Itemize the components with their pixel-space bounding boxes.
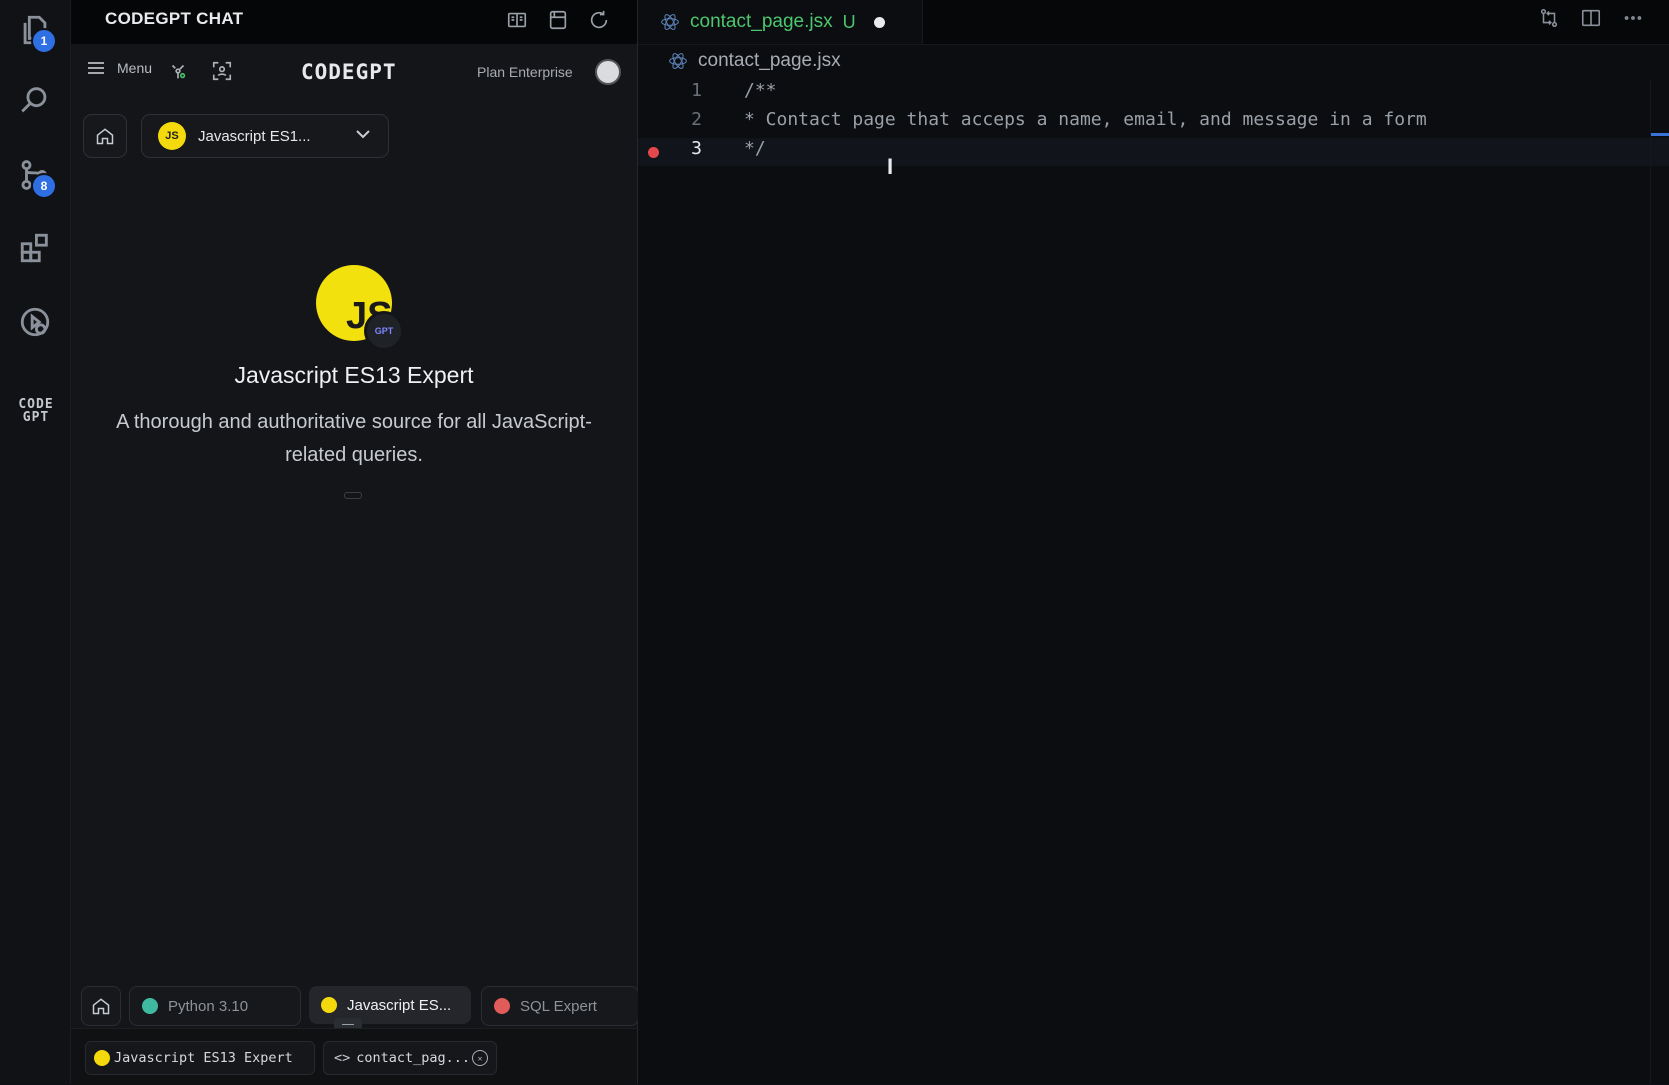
code-text: */ bbox=[744, 138, 766, 159]
gpt-badge: GPT bbox=[364, 311, 404, 351]
editor-area: contact_page.jsx U contact_page.jsx 1 /*… bbox=[638, 0, 1669, 1084]
codegpt-chat-panel: CODEGPT CHAT Menu CODEGPT Plan Enterpris… bbox=[71, 0, 639, 1085]
explorer-icon[interactable]: 1 bbox=[15, 10, 57, 54]
agent-description: A thorough and authoritative source for … bbox=[116, 411, 592, 466]
explorer-badge: 1 bbox=[31, 28, 57, 54]
breadcrumb: contact_page.jsx bbox=[668, 50, 841, 72]
agent-name: Javascript ES13 Expert bbox=[234, 362, 474, 388]
source-control-icon[interactable]: 8 bbox=[15, 155, 57, 199]
tab-filename: contact_page.jsx bbox=[690, 11, 833, 32]
code-line[interactable]: 3 */ bbox=[638, 138, 1638, 166]
panel-toolbar: Menu CODEGPT Plan Enterprise bbox=[71, 52, 637, 92]
search-icon[interactable] bbox=[15, 80, 55, 120]
user-avatar[interactable] bbox=[595, 59, 621, 85]
breadcrumb-file[interactable]: contact_page.jsx bbox=[698, 50, 841, 72]
run-debug-icon[interactable] bbox=[15, 302, 55, 342]
menu-button[interactable]: Menu bbox=[87, 60, 152, 76]
python-icon bbox=[142, 998, 158, 1014]
home-icon bbox=[92, 998, 110, 1015]
hamburger-icon bbox=[88, 62, 104, 74]
close-icon[interactable]: ✕ bbox=[472, 1050, 488, 1066]
save-icon[interactable] bbox=[544, 6, 572, 34]
sql-icon bbox=[494, 998, 510, 1014]
split-editor-icon[interactable] bbox=[1580, 7, 1606, 33]
refresh-icon[interactable] bbox=[585, 6, 613, 34]
editor-tab-contact-page[interactable]: contact_page.jsx U bbox=[638, 0, 923, 44]
compare-changes-icon[interactable] bbox=[1538, 7, 1564, 33]
code-text: * Contact page that acceps a name, email… bbox=[744, 109, 1427, 130]
editor-tab-bar: contact_page.jsx U bbox=[638, 0, 1669, 45]
javascript-icon bbox=[321, 997, 337, 1013]
code-icon: <> bbox=[334, 1050, 351, 1066]
home-button[interactable] bbox=[83, 114, 127, 158]
scan-icon[interactable] bbox=[211, 60, 235, 84]
code-line[interactable]: 2 * Contact page that acceps a name, ema… bbox=[638, 109, 1638, 137]
panel-header: CODEGPT CHAT bbox=[71, 0, 637, 44]
agent-tab-python[interactable]: Python 3.10 bbox=[129, 986, 301, 1026]
agent-selector-avatar: JS bbox=[158, 122, 186, 150]
javascript-icon bbox=[94, 1050, 110, 1066]
codegpt-sidebar-logo[interactable]: CODE GPT bbox=[13, 398, 59, 424]
minimap-marker bbox=[1651, 133, 1669, 136]
tab-git-status: U bbox=[842, 11, 856, 32]
panel-title: CODEGPT CHAT bbox=[105, 9, 244, 28]
context-agent-chip[interactable]: Javascript ES13 Expert bbox=[85, 1041, 315, 1075]
more-actions-icon[interactable] bbox=[1622, 7, 1648, 33]
agent-tab-sql[interactable]: SQL Expert bbox=[481, 986, 639, 1026]
loading-indicator bbox=[344, 492, 362, 499]
line-number: 1 bbox=[691, 80, 702, 101]
agent-tab-javascript[interactable]: Javascript ES... bbox=[309, 986, 471, 1024]
agent-selector[interactable]: JS Javascript ES1... bbox=[141, 114, 389, 158]
home-icon bbox=[96, 128, 114, 145]
code-line[interactable]: 1 /** bbox=[638, 80, 1638, 108]
context-bar: Javascript ES13 Expert <> contact_pag...… bbox=[71, 1028, 637, 1085]
chevron-down-icon bbox=[356, 130, 370, 139]
editor-scrollbar[interactable] bbox=[1650, 80, 1651, 1084]
line-number: 3 bbox=[691, 138, 702, 159]
react-file-icon bbox=[660, 12, 680, 32]
react-file-icon bbox=[668, 51, 688, 71]
activity-bar: 1 8 CODE GPT bbox=[0, 0, 71, 1084]
context-file-chip[interactable]: <> contact_pag... ✕ bbox=[323, 1041, 497, 1075]
agents-icon[interactable] bbox=[167, 60, 191, 84]
menu-label: Menu bbox=[117, 60, 153, 76]
agent-selector-label: Javascript ES1... bbox=[198, 127, 311, 145]
code-text: /** bbox=[744, 80, 777, 101]
agent-avatar: JS GPT bbox=[316, 265, 404, 351]
extensions-icon[interactable] bbox=[15, 228, 55, 268]
unsaved-dot-icon[interactable] bbox=[873, 16, 885, 28]
source-control-badge: 8 bbox=[31, 173, 57, 199]
agent-tab-home[interactable] bbox=[81, 986, 121, 1026]
book-icon[interactable] bbox=[503, 6, 531, 34]
line-number: 2 bbox=[691, 109, 702, 130]
plan-label: Plan Enterprise bbox=[477, 64, 573, 80]
codegpt-brand: CODEGPT bbox=[301, 60, 397, 84]
text-cursor-icon: I bbox=[887, 154, 894, 179]
